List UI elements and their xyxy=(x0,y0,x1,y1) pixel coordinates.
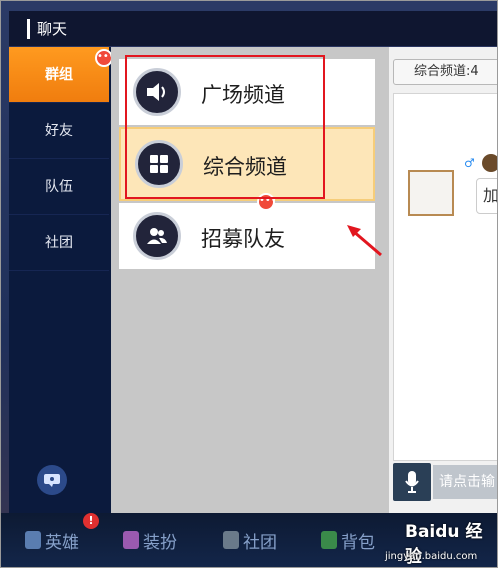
nav-label: 装扮 xyxy=(143,532,177,553)
microphone-icon xyxy=(405,471,419,493)
app-frame: 聊天 群组 好友 队伍 社团 ••• 广场频道 综合频道 招募队友 ••• 综合… xyxy=(0,0,498,568)
page-title: 聊天 xyxy=(37,20,68,38)
nav-item-guild[interactable]: 社团 xyxy=(223,523,277,557)
avatar[interactable] xyxy=(408,170,454,216)
nav-item-hero[interactable]: 英雄 xyxy=(25,523,79,557)
hero-icon xyxy=(25,531,41,549)
chat-panel: 综合频道:4 ♂ 加 请点击输 xyxy=(389,47,497,513)
channel-status-tag: 综合频道:4 xyxy=(393,59,497,85)
chat-message-area[interactable]: ♂ 加 xyxy=(393,93,497,461)
message-bubble: 加 xyxy=(476,178,497,214)
alert-badge: ! xyxy=(83,513,99,529)
message-input[interactable]: 请点击输 xyxy=(433,465,497,499)
nav-label: 背包 xyxy=(341,532,375,553)
level-badge-icon xyxy=(482,154,497,172)
watermark-url: jingyan.baidu.com xyxy=(385,551,478,562)
sidebar-item-team[interactable]: 队伍 xyxy=(9,159,109,215)
sidebar-item-guild[interactable]: 社团 xyxy=(9,215,109,271)
sidebar: 群组 好友 队伍 社团 ••• xyxy=(9,47,115,513)
nav-item-outfit[interactable]: 装扮 xyxy=(123,523,177,557)
watermark: Baidu 经验 jingyan.baidu.com xyxy=(381,515,497,567)
header-divider xyxy=(27,19,30,39)
outfit-icon xyxy=(123,531,139,549)
guild-icon xyxy=(223,531,239,549)
male-icon: ♂ xyxy=(464,156,475,170)
channel-item-recruit[interactable]: 招募队友 xyxy=(119,203,375,269)
sidebar-item-friends[interactable]: 好友 xyxy=(9,103,109,159)
nav-label: 社团 xyxy=(243,532,277,553)
nav-item-bag[interactable]: 背包 xyxy=(321,523,375,557)
chat-settings-icon[interactable] xyxy=(37,465,67,495)
chat-header: 聊天 xyxy=(9,11,497,47)
microphone-button[interactable] xyxy=(393,463,431,501)
sidebar-item-groups[interactable]: 群组 xyxy=(9,47,109,103)
annotation-arrow-icon xyxy=(347,225,382,257)
channel-label: 招募队友 xyxy=(201,227,285,251)
nav-label: 英雄 xyxy=(45,532,79,553)
bag-icon xyxy=(321,531,337,549)
users-icon xyxy=(133,212,181,260)
annotation-highlight-box xyxy=(125,55,325,199)
